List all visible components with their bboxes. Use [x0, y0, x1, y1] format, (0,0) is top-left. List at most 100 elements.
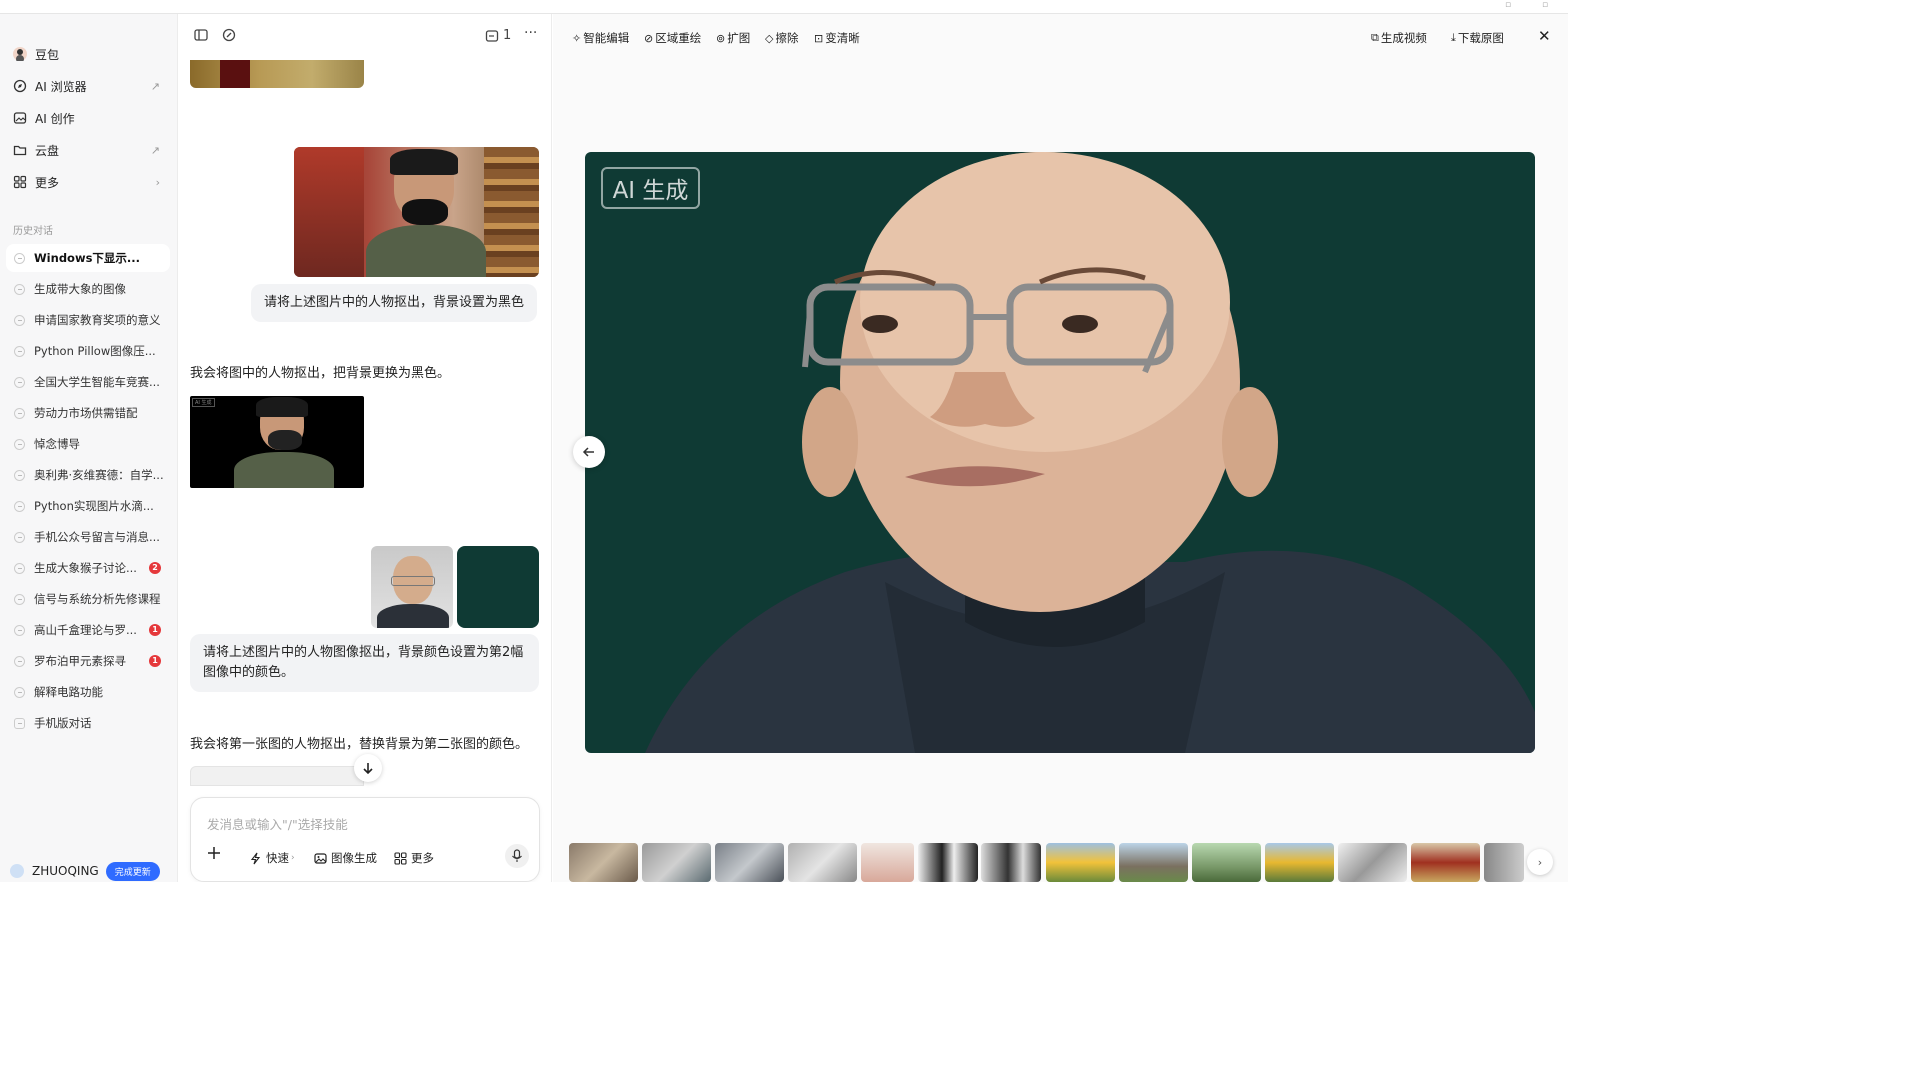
- doubao-avatar-icon: [13, 47, 27, 61]
- thumbnail[interactable]: [1484, 843, 1524, 882]
- voice-input-button[interactable]: [505, 844, 529, 868]
- history-label: 奥利弗·亥维赛德：自学...: [34, 468, 164, 482]
- user-image-color-swatch[interactable]: [457, 546, 539, 628]
- eraser-icon: ◇: [765, 31, 774, 45]
- history-label: 信号与系统分析先修课程: [34, 592, 161, 606]
- history-label: 申请国家教育奖项的意义: [34, 313, 161, 327]
- attach-plus-button[interactable]: [207, 846, 221, 860]
- history-item[interactable]: 生成带大象的图像: [6, 275, 170, 303]
- user-image-bald-man[interactable]: [371, 546, 453, 628]
- history-item[interactable]: 罗布泊甲元素探寻 1: [6, 647, 170, 675]
- erase-button[interactable]: ◇ 擦除: [765, 30, 798, 46]
- history-item[interactable]: Python实现图片水滴...: [6, 492, 170, 520]
- chat-header: 1 ···: [178, 25, 551, 48]
- history-item[interactable]: 申请国家教育奖项的意义: [6, 306, 170, 334]
- image-icon: [13, 111, 27, 125]
- history-item[interactable]: 手机版对话: [6, 709, 170, 737]
- main-generated-image[interactable]: AI 生成: [585, 152, 1535, 753]
- thumbnail[interactable]: [788, 843, 857, 882]
- arrow-left-icon: [582, 447, 594, 457]
- history-item[interactable]: 解释电路功能: [6, 678, 170, 706]
- expand-image-button[interactable]: ⊚ 扩图: [716, 30, 750, 46]
- history-item[interactable]: 高山千盒理论与罗... 1: [6, 616, 170, 644]
- thumbnail[interactable]: [1046, 843, 1115, 882]
- message-input-box[interactable]: 发消息或输入"/"选择技能 快速 › 图像生成 更多: [190, 797, 540, 882]
- message-input-placeholder[interactable]: 发消息或输入"/"选择技能: [207, 814, 348, 833]
- new-chat-icon[interactable]: [222, 28, 236, 46]
- history-item[interactable]: Windows下显示...: [6, 244, 170, 272]
- nav-doubao[interactable]: 豆包: [6, 40, 170, 68]
- thumbnail[interactable]: [918, 843, 978, 882]
- history-label: 罗布泊甲元素探寻: [34, 654, 126, 668]
- chat-bubble-icon: [14, 531, 25, 543]
- toggle-sidebar-icon[interactable]: [194, 28, 208, 46]
- thumbnail[interactable]: [861, 843, 914, 882]
- history-item[interactable]: 手机公众号留言与消息...: [6, 523, 170, 551]
- history-label: 高山千盒理论与罗...: [34, 623, 137, 637]
- thumbnail[interactable]: [1338, 843, 1407, 882]
- generate-video-button[interactable]: ⧉ 生成视频: [1371, 30, 1427, 46]
- history-item[interactable]: 生成大象猴子讨论... 2: [6, 554, 170, 582]
- close-icon[interactable]: ✕: [1538, 27, 1551, 45]
- thumbnail[interactable]: [981, 843, 1041, 882]
- history-item[interactable]: 劳动力市场供需错配: [6, 399, 170, 427]
- chat-image-field-photo[interactable]: [190, 60, 364, 88]
- fast-mode-button[interactable]: 快速 ›: [249, 850, 295, 866]
- thumbnail[interactable]: [642, 843, 711, 882]
- history-item[interactable]: 全国大学生智能车竞赛...: [6, 368, 170, 396]
- update-button[interactable]: 完成更新: [105, 861, 160, 881]
- window-titlebar: ▫ ▫: [0, 0, 1568, 14]
- chat-bubble-icon: [14, 252, 25, 264]
- thumbnail[interactable]: [569, 843, 638, 882]
- previous-image-button[interactable]: [573, 436, 605, 468]
- download-icon: ⤓: [1451, 31, 1456, 44]
- expand-icon: ⊚: [716, 31, 726, 45]
- unread-badge: 1: [149, 655, 161, 667]
- history-item[interactable]: 信号与系统分析先修课程: [6, 585, 170, 613]
- chat-bubble-icon: [14, 376, 25, 388]
- smart-edit-button[interactable]: ✧ 智能编辑: [572, 30, 629, 46]
- external-arrow-icon: ↗: [150, 143, 160, 157]
- chat-bubble-icon: [14, 438, 25, 450]
- chat-bubble-icon: [14, 655, 25, 667]
- chat-bubble-icon: [14, 500, 25, 512]
- tool-label: 快速: [266, 851, 289, 865]
- nav-more[interactable]: 更多 ›: [6, 168, 170, 196]
- scroll-down-button[interactable]: [354, 754, 382, 782]
- user-uploaded-image[interactable]: [294, 147, 539, 277]
- history-item[interactable]: Python Pillow图像压...: [6, 337, 170, 365]
- thumbnail[interactable]: [715, 843, 784, 882]
- nav-cloud-drive[interactable]: 云盘 ↗: [6, 136, 170, 164]
- minimize-icon[interactable]: ▫: [1505, 0, 1511, 10]
- download-original-button[interactable]: ⤓ 下载原图: [1451, 30, 1504, 46]
- nav-ai-browser[interactable]: AI 浏览器 ↗: [6, 72, 170, 100]
- nav-ai-create[interactable]: AI 创作: [6, 104, 170, 132]
- video-icon: ⧉: [1371, 31, 1379, 44]
- sharpen-button[interactable]: ⊡ 变清晰: [814, 30, 860, 46]
- arrow-down-icon: [363, 763, 373, 775]
- thumbnail[interactable]: [1265, 843, 1334, 882]
- thumbnail[interactable]: [1119, 843, 1188, 882]
- region-redraw-button[interactable]: ⊘ 区域重绘: [644, 30, 701, 46]
- thumbnail[interactable]: [1411, 843, 1480, 882]
- history-item[interactable]: 悼念博导: [6, 430, 170, 458]
- user-profile[interactable]: ZHUOQING 完成更新: [10, 860, 170, 882]
- history-item[interactable]: 奥利弗·亥维赛德：自学...: [6, 461, 170, 489]
- photo-figure: [220, 60, 250, 88]
- toolbar-label: 生成视频: [1380, 31, 1427, 45]
- history-label: 生成带大象的图像: [34, 282, 126, 296]
- maximize-icon[interactable]: ▫: [1542, 0, 1548, 10]
- page-counter[interactable]: 1: [485, 28, 511, 43]
- thumbnails-next-icon[interactable]: ›: [1527, 849, 1553, 875]
- more-tools-button[interactable]: 更多: [394, 850, 434, 866]
- generated-image-black-bg[interactable]: AI 生成: [190, 396, 364, 488]
- image-gen-button[interactable]: 图像生成: [314, 850, 377, 866]
- more-options-icon[interactable]: ···: [524, 25, 537, 41]
- history-label: 悼念博导: [34, 437, 80, 451]
- history-label: 生成大象猴子讨论...: [34, 561, 137, 575]
- hd-icon: ⊡: [814, 31, 824, 45]
- chat-bubble-icon: [14, 686, 25, 698]
- history-label: 劳动力市场供需错配: [34, 406, 138, 420]
- thumbnail[interactable]: [1192, 843, 1261, 882]
- sparkle-icon: ✧: [572, 31, 582, 45]
